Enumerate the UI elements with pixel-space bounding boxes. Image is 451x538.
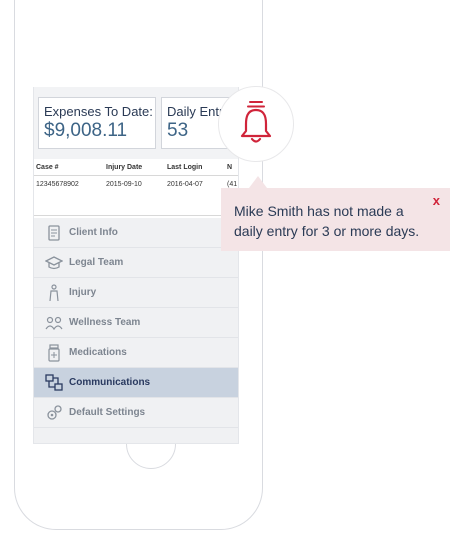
menu-item-label: Legal Team xyxy=(69,257,124,268)
menu-item-injury[interactable]: Injury xyxy=(34,278,238,308)
cell-injury-date: 2015-09-10 xyxy=(106,181,142,188)
expenses-card: Expenses To Date: $9,008.11 xyxy=(38,97,156,149)
menu-spacer xyxy=(34,428,238,443)
cell-case-number: 12345678902 xyxy=(36,181,79,188)
wellness-team-icon xyxy=(44,313,64,333)
menu-item-label: Client Info xyxy=(69,227,118,238)
injury-icon xyxy=(44,283,64,303)
medications-icon xyxy=(44,343,64,363)
column-header-last-login: Last Login xyxy=(167,164,203,171)
menu-item-label: Default Settings xyxy=(69,407,146,418)
daily-entries-value: 53 xyxy=(167,120,189,141)
expenses-value: $9,008.11 xyxy=(44,120,128,141)
notification-popup: Mike Smith has not made a daily entry fo… xyxy=(221,188,450,251)
expenses-label: Expenses To Date: xyxy=(44,104,153,119)
table-divider xyxy=(34,215,238,216)
notification-message: Mike Smith has not made a daily entry fo… xyxy=(234,203,420,239)
cell-phone: (41 xyxy=(227,181,238,188)
menu-item-label: Wellness Team xyxy=(69,317,141,328)
menu-item-default-settings[interactable]: Default Settings xyxy=(34,398,238,428)
column-header-next: N xyxy=(227,164,233,171)
column-header-injury-date: Injury Date xyxy=(106,164,143,171)
cell-last-login: 2016-04-07 xyxy=(167,181,203,188)
menu-item-legal-team[interactable]: Legal Team xyxy=(34,248,238,278)
column-header-case: Case # xyxy=(36,164,59,171)
daily-entries-label: Daily Entri xyxy=(167,104,227,119)
bell-icon xyxy=(236,99,276,150)
side-menu: Client Info Legal Team Injury Wellness T… xyxy=(34,218,238,443)
legal-team-icon xyxy=(44,253,64,273)
menu-item-wellness-team[interactable]: Wellness Team xyxy=(34,308,238,338)
menu-item-label: Medications xyxy=(69,347,127,358)
notification-bell-button[interactable] xyxy=(218,86,294,162)
menu-item-client-info[interactable]: Client Info xyxy=(34,218,238,248)
notification-pointer xyxy=(249,176,267,188)
close-button[interactable]: x xyxy=(433,193,440,208)
summary-area: Expenses To Date: $9,008.11 Daily Entri … xyxy=(34,87,238,159)
app-screen: Expenses To Date: $9,008.11 Daily Entri … xyxy=(33,87,239,444)
menu-item-label: Communications xyxy=(69,377,151,388)
client-table: Case # Injury Date Last Login N 12345678… xyxy=(34,159,238,217)
menu-item-label: Injury xyxy=(69,287,97,298)
table-header-divider xyxy=(34,175,238,176)
menu-item-medications[interactable]: Medications xyxy=(34,338,238,368)
settings-icon xyxy=(44,403,64,423)
menu-item-communications[interactable]: Communications xyxy=(34,368,238,398)
client-info-icon xyxy=(44,223,64,243)
communications-icon xyxy=(44,373,64,393)
